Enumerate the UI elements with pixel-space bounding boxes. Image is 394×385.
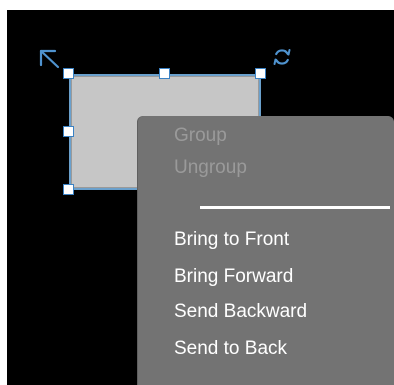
menu-item-send-to-back[interactable]: Send to Back [174, 338, 287, 360]
menu-separator [200, 206, 390, 209]
menu-item-bring-to-front[interactable]: Bring to Front [174, 229, 289, 251]
resize-handle-top-right[interactable] [255, 68, 266, 79]
context-menu: Group Ungroup Bring to Front Bring Forwa… [138, 116, 394, 385]
resize-diagonal-icon[interactable] [38, 48, 62, 70]
resize-handle-middle-left[interactable] [63, 126, 74, 137]
resize-handle-top-middle[interactable] [159, 68, 170, 79]
screenshot-canvas: Group Ungroup Bring to Front Bring Forwa… [0, 0, 394, 385]
menu-item-bring-forward[interactable]: Bring Forward [174, 266, 293, 288]
resize-handle-bottom-left[interactable] [63, 184, 74, 195]
drawing-surface[interactable]: Group Ungroup Bring to Front Bring Forwa… [7, 10, 394, 385]
menu-item-group: Group [174, 125, 227, 146]
rotate-icon[interactable] [271, 46, 293, 68]
resize-handle-top-left[interactable] [63, 68, 74, 79]
menu-item-ungroup: Ungroup [174, 157, 247, 178]
menu-item-send-backward[interactable]: Send Backward [174, 301, 307, 323]
